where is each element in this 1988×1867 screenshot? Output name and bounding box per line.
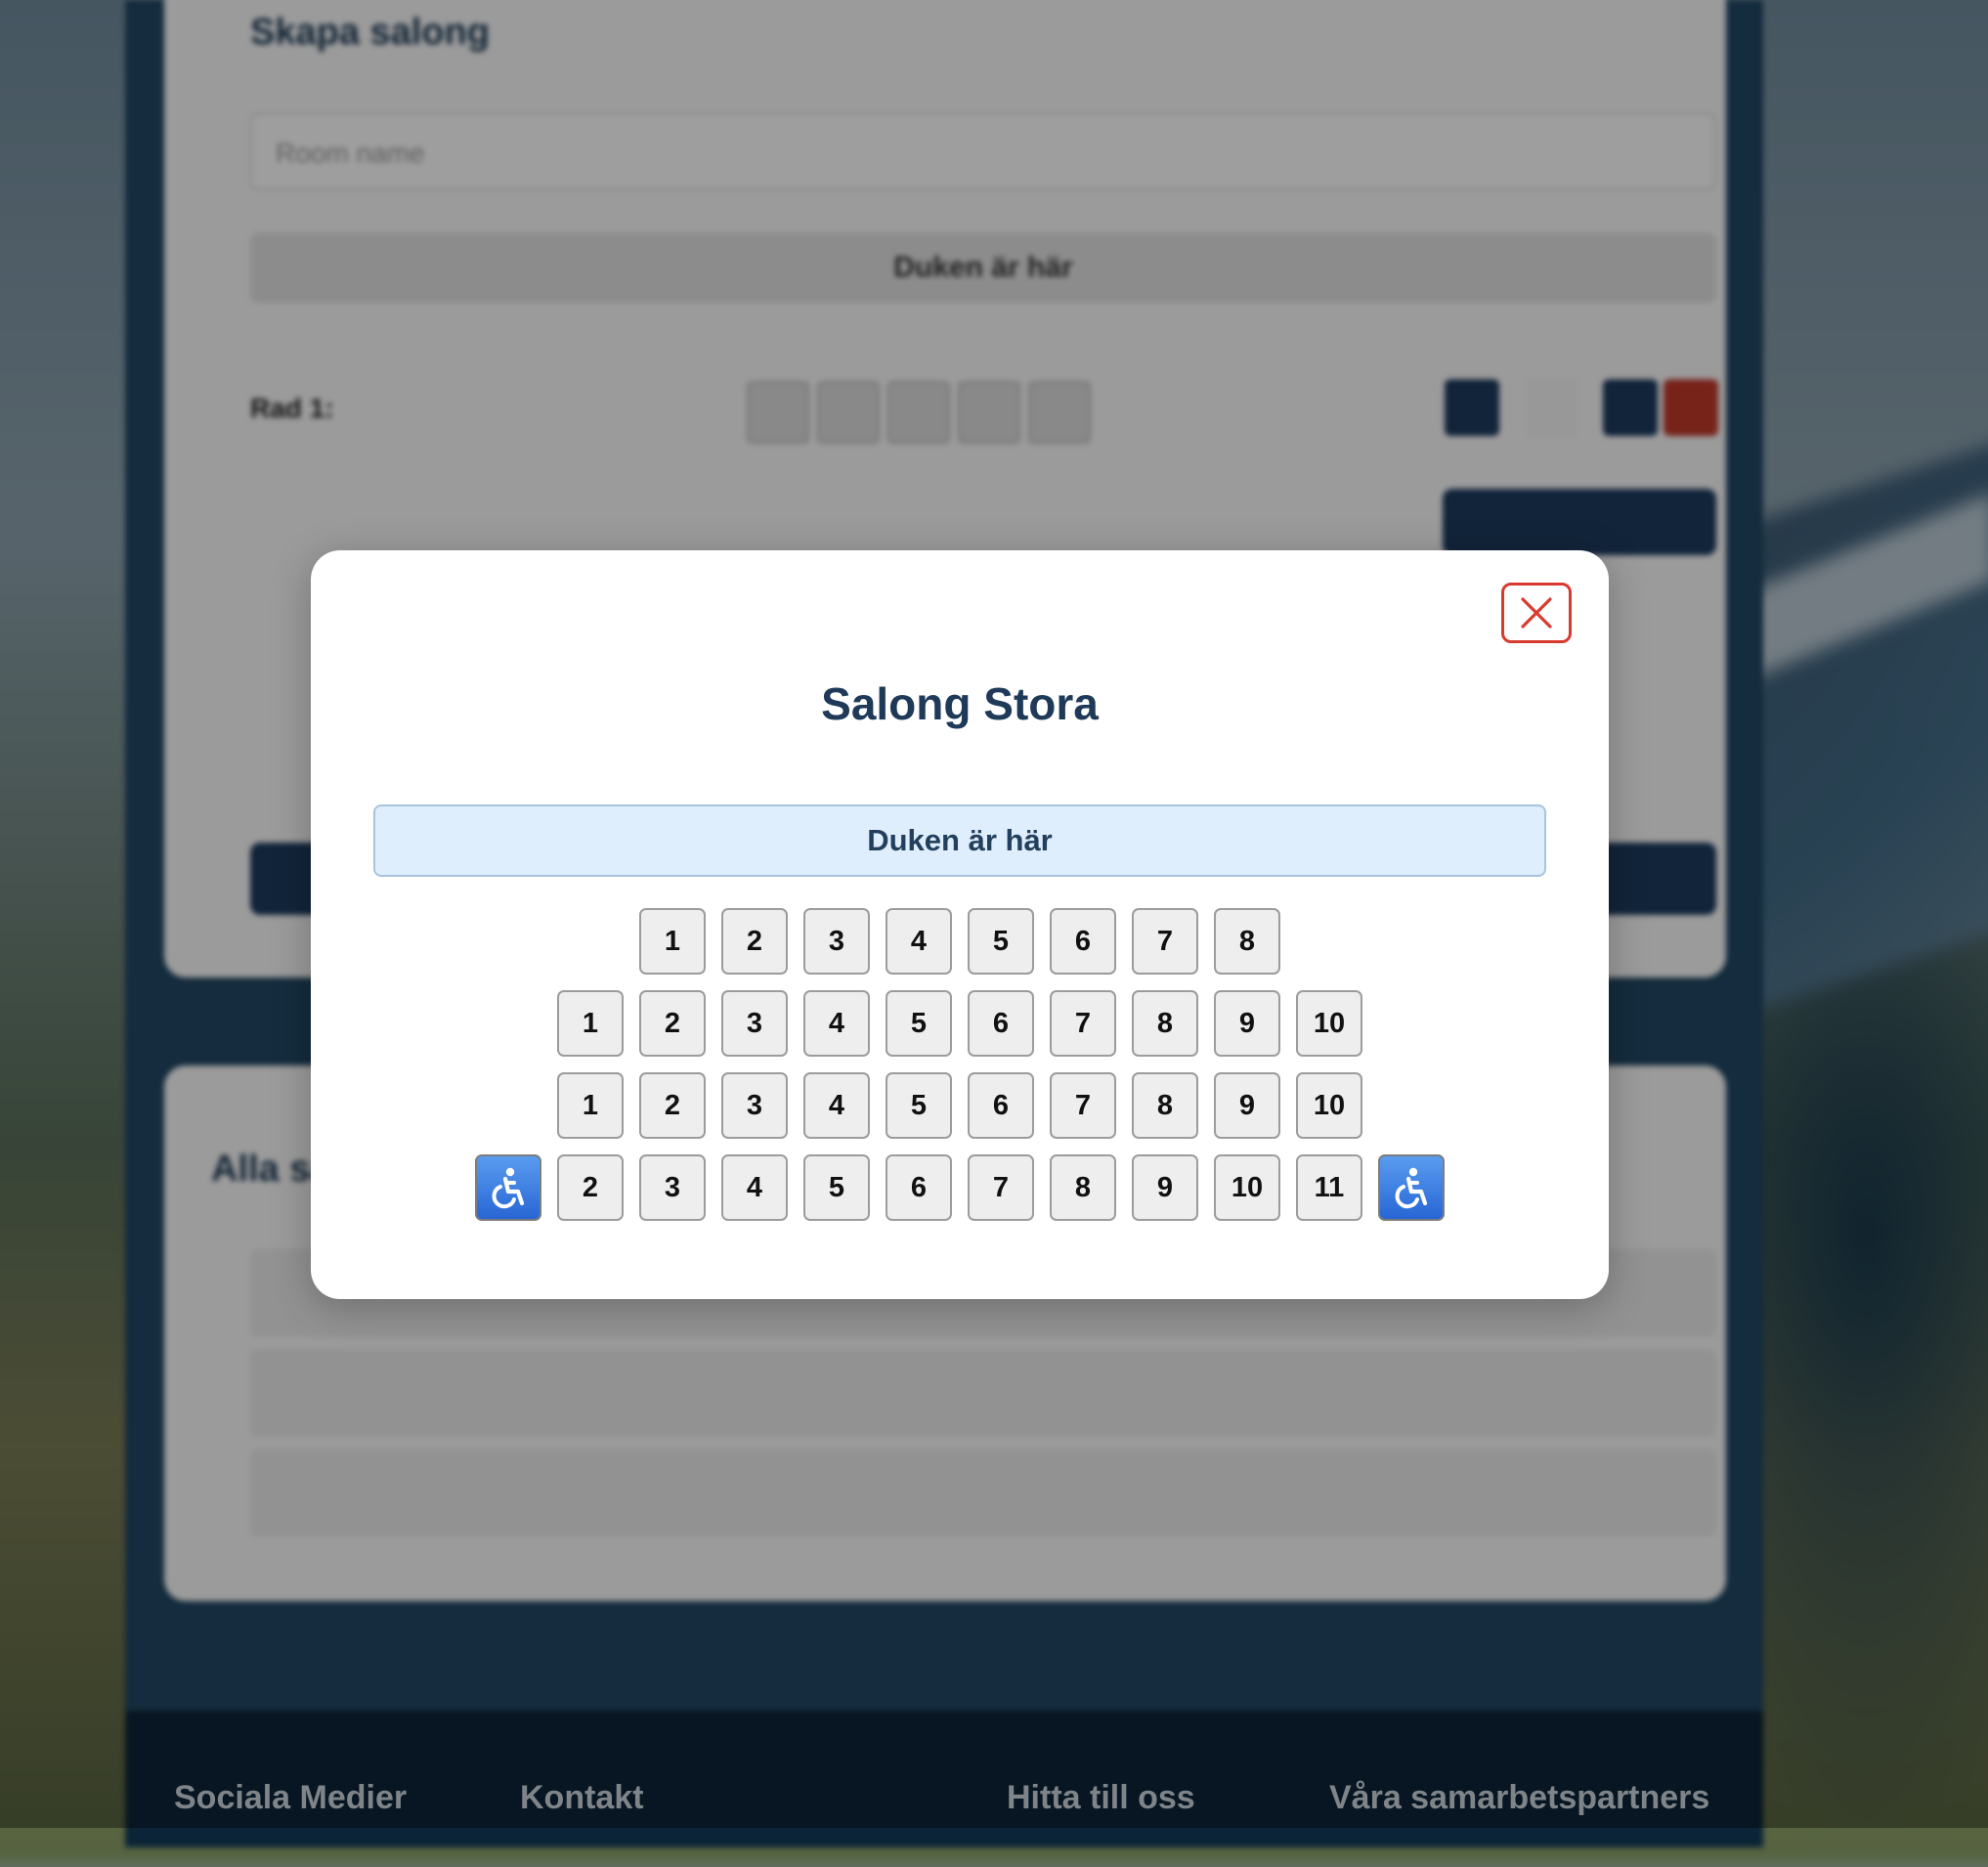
- seat-row-1: 12345678: [311, 908, 1609, 975]
- seat-button[interactable]: 6: [968, 1072, 1034, 1139]
- seat-button[interactable]: 7: [968, 1154, 1034, 1221]
- seat-button[interactable]: 3: [803, 908, 870, 975]
- seat-button[interactable]: 8: [1132, 990, 1198, 1057]
- wheelchair-seat[interactable]: [475, 1154, 541, 1221]
- wheelchair-icon: [492, 1167, 525, 1209]
- seat-button[interactable]: 1: [557, 1072, 624, 1139]
- seat-row-4: 2 3 4 5 6 7 8 9 10 11: [311, 1154, 1609, 1221]
- screen-indicator: Duken är här: [373, 804, 1546, 877]
- seat-button[interactable]: 10: [1296, 990, 1362, 1057]
- seat-button[interactable]: 5: [886, 1072, 952, 1139]
- seat-button[interactable]: 4: [803, 990, 870, 1057]
- seat-button[interactable]: 11: [1296, 1154, 1362, 1221]
- seat-button[interactable]: 9: [1132, 1154, 1198, 1221]
- seat-button[interactable]: 2: [721, 908, 788, 975]
- room-modal: Salong Stora Duken är här 12345678123456…: [311, 550, 1609, 1299]
- seat-button[interactable]: 7: [1050, 990, 1116, 1057]
- close-button[interactable]: [1501, 583, 1572, 643]
- seat-button[interactable]: 3: [639, 1154, 706, 1221]
- seat-button[interactable]: 8: [1050, 1154, 1116, 1221]
- seat-button[interactable]: 4: [886, 908, 952, 975]
- seat-button[interactable]: 5: [968, 908, 1034, 975]
- seat-button[interactable]: 6: [1050, 908, 1116, 975]
- modal-title: Salong Stora: [821, 678, 1099, 729]
- seat-button[interactable]: 2: [557, 1154, 624, 1221]
- seat-row-2: 1 2 3 4 5 6 7 8 9 10: [311, 990, 1609, 1057]
- wheelchair-icon: [1395, 1167, 1428, 1209]
- seat-button[interactable]: 2: [639, 990, 706, 1057]
- seat-button[interactable]: 8: [1214, 908, 1280, 975]
- seat-row-3: 1 2 3 4 5 6 7 8 9 10: [311, 1072, 1609, 1139]
- seat-button[interactable]: 2: [639, 1072, 706, 1139]
- seat-button[interactable]: 7: [1132, 908, 1198, 975]
- seat-button[interactable]: 1: [557, 990, 624, 1057]
- seat-button[interactable]: 10: [1214, 1154, 1280, 1221]
- seat-button[interactable]: 7: [1050, 1072, 1116, 1139]
- seat-button[interactable]: 3: [721, 990, 788, 1057]
- seat-button[interactable]: 6: [968, 990, 1034, 1057]
- seat-button[interactable]: 9: [1214, 990, 1280, 1057]
- seat-button[interactable]: 5: [803, 1154, 870, 1221]
- seat-button[interactable]: 4: [721, 1154, 788, 1221]
- seat-button[interactable]: 3: [721, 1072, 788, 1139]
- seat-button[interactable]: 5: [886, 990, 952, 1057]
- seat-button[interactable]: 1: [639, 908, 706, 975]
- seat-button[interactable]: 8: [1132, 1072, 1198, 1139]
- seat-button[interactable]: 6: [886, 1154, 952, 1221]
- seat-button[interactable]: 10: [1296, 1072, 1362, 1139]
- seat-button[interactable]: 4: [803, 1072, 870, 1139]
- close-icon: [1521, 597, 1552, 629]
- wheelchair-seat[interactable]: [1378, 1154, 1445, 1221]
- seat-button[interactable]: 9: [1214, 1072, 1280, 1139]
- seat-map: 1 2 3 4 5 6 7 8 1 2 3 4 5 6 7 8 9 10 1 2 3 4 5 6 7 8 9 10 2 3 4 5 6 7 8 9 10…: [311, 908, 1609, 1237]
